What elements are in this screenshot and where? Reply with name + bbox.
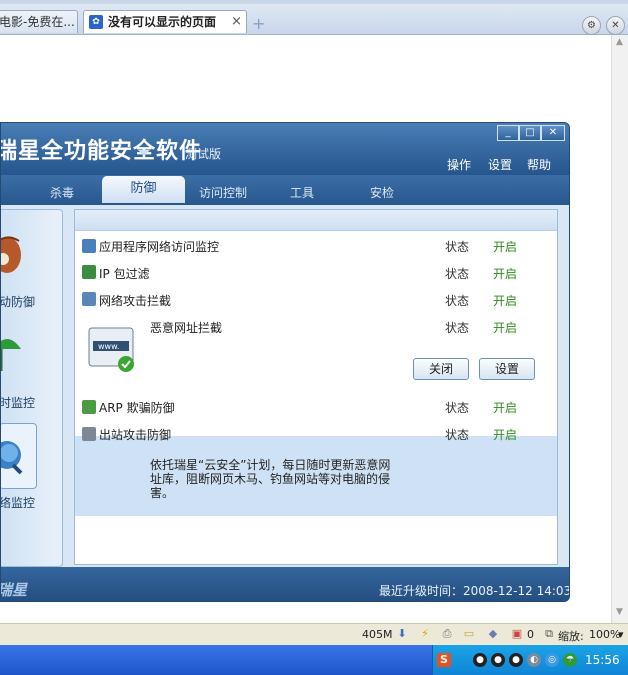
scroll-up-icon[interactable]: ▲	[613, 37, 626, 50]
zoom-dropdown-icon[interactable]: ▾	[618, 628, 624, 641]
tab-antivirus[interactable]: 杀毒	[50, 184, 74, 201]
close-icon[interactable]: ✕	[606, 16, 625, 35]
eraser-icon[interactable]: ◆	[486, 627, 500, 641]
shield-glove-icon[interactable]	[1, 233, 25, 279]
left-label-realtime[interactable]: 实时监控	[1, 394, 35, 411]
menu-settings[interactable]: 设置	[488, 156, 512, 173]
qq-icon[interactable]: ●	[509, 653, 523, 667]
tab-tools[interactable]: 工具	[290, 184, 314, 201]
menu-operation[interactable]: 操作	[447, 156, 471, 173]
download-icon[interactable]: ⬇	[395, 627, 409, 641]
row-status-on: 开启	[493, 240, 518, 254]
row-state-label: 状态	[445, 401, 470, 415]
arp-icon	[82, 400, 96, 414]
window-close-icon[interactable]: ✕	[541, 125, 565, 141]
block-icon[interactable]: ▣	[510, 627, 524, 641]
feature-settings-button[interactable]: 设置	[479, 358, 535, 380]
ime-icon[interactable]: S	[437, 653, 451, 667]
row-label[interactable]: IP 包过滤	[99, 265, 150, 282]
row-state-label: 状态	[445, 294, 470, 308]
row-state-label: 状态	[445, 267, 470, 281]
new-tab-icon[interactable]: +	[252, 16, 266, 32]
tab-defense[interactable]: 防御	[102, 176, 185, 203]
main-nav: 杀毒 防御 访问控制 工具 安检	[1, 175, 569, 205]
network-icon[interactable]: ◎	[545, 653, 559, 667]
block-counter: 0	[527, 628, 534, 641]
last-update-value: 2008-12-12 14:03	[463, 584, 570, 598]
row-label[interactable]: 恶意网址拦截	[150, 319, 222, 336]
tab-label: 电影-免费在...	[0, 15, 75, 29]
outbound-icon	[82, 427, 96, 441]
memory-usage[interactable]: 405M	[362, 628, 393, 641]
row-label[interactable]: 出站攻击防御	[99, 426, 171, 443]
umbrella-icon[interactable]	[1, 331, 25, 375]
zoom-label: 缩放:	[558, 630, 584, 643]
ip-filter-icon	[82, 265, 96, 279]
rising-app-window: 瑞星全功能安全软件 测试版 _ □ ✕ 操作 设置 帮助 杀毒 防御 访问控制 …	[0, 122, 570, 602]
left-label-network[interactable]: 网络监控	[1, 494, 35, 511]
row-status-on: 开启	[493, 294, 518, 308]
app-footer: 瑞星 最近升级时间：2008-12-12 14:03	[0, 567, 570, 601]
speaker-icon[interactable]: ◐	[527, 653, 541, 667]
row-status-on: 开启	[493, 267, 518, 281]
row-state-label: 状态	[445, 240, 470, 254]
last-update: 最近升级时间：2008-12-12 14:03	[379, 582, 570, 599]
row-label[interactable]: 网络攻击拦截	[99, 292, 171, 309]
tab-security-check[interactable]: 安检	[370, 184, 394, 201]
row-description: 依托瑞星“云安全”计划，每日随时更新恶意网址库，阻断网页木马、钓鱼网站等对电脑的…	[150, 458, 391, 500]
scroll-down-icon[interactable]: ▼	[613, 607, 626, 620]
tab-label: 没有可以显示的页面	[108, 15, 217, 29]
app-edition: 测试版	[185, 147, 222, 161]
row-status-on: 开启	[493, 321, 518, 335]
browser-tab-bar: 电影-免费在... ✿ 没有可以显示的页面 × + ⚙ ✕	[0, 4, 628, 35]
active-tab-arrow	[138, 150, 150, 156]
globe-icon[interactable]	[1, 431, 27, 479]
row-label[interactable]: ARP 欺骗防御	[99, 399, 175, 416]
clock: 15:56	[585, 653, 620, 667]
tab-close-icon[interactable]: ×	[231, 11, 242, 33]
lightning-icon[interactable]: ⚡	[418, 627, 432, 641]
www-icon-text: www.	[98, 342, 119, 351]
row-label[interactable]: 应用程序网络访问监控	[99, 238, 219, 255]
app-network-icon	[82, 239, 96, 253]
close-feature-button[interactable]: 关闭	[413, 358, 469, 380]
printer-icon[interactable]: ⎙	[440, 627, 454, 641]
folder-icon[interactable]: ▭	[462, 627, 476, 641]
main-panel-header	[75, 210, 557, 231]
qq-icon[interactable]: ●	[491, 653, 505, 667]
left-label-active-defense[interactable]: 主动防御	[1, 293, 35, 310]
browser-status-bar: 405M ⬇ ⚡ ⎙ ▭ ◆ ▣ 0 ⧉ 缩放: 100% ▾	[0, 623, 628, 646]
zoom-icon[interactable]: ⧉	[542, 627, 556, 641]
browser-tab-active[interactable]: ✿ 没有可以显示的页面 ×	[83, 10, 247, 33]
attack-block-icon	[82, 292, 96, 306]
row-status-on: 开启	[493, 401, 518, 415]
browser-tab-movie[interactable]: 电影-免费在...	[0, 10, 78, 33]
app-header: 瑞星全功能安全软件 测试版 _ □ ✕ 操作 设置 帮助	[0, 123, 569, 175]
paw-icon: ✿	[89, 15, 103, 29]
www-icon: www.	[88, 327, 135, 373]
wrench-icon[interactable]: ⚙	[582, 16, 601, 35]
last-update-label: 最近升级时间：	[379, 584, 464, 598]
zoom-value[interactable]: 100%	[589, 628, 620, 641]
tab-access-control[interactable]: 访问控制	[199, 184, 247, 201]
qq-icon[interactable]: ●	[473, 653, 487, 667]
footer-logo: 瑞星	[0, 581, 28, 599]
page-scrollbar[interactable]	[611, 35, 628, 623]
system-tray: S ● ● ● ◐ ◎ ☂ 15:56	[432, 645, 628, 675]
maximize-icon[interactable]: □	[519, 125, 541, 141]
minimize-icon[interactable]: _	[497, 125, 519, 141]
rising-tray-icon[interactable]: ☂	[563, 653, 577, 667]
menu-help[interactable]: 帮助	[527, 156, 551, 173]
app-title: 瑞星全功能安全软件	[0, 139, 203, 164]
row-state-label: 状态	[445, 428, 470, 442]
row-state-label: 状态	[445, 321, 470, 335]
row-status-on: 开启	[493, 428, 518, 442]
